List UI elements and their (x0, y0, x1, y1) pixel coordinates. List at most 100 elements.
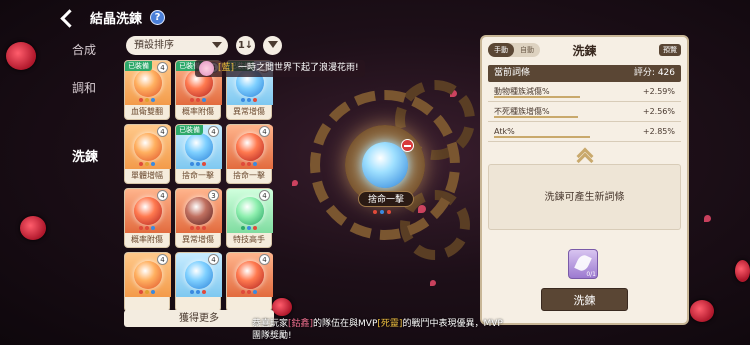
mode-auto[interactable]: 自動 (514, 43, 540, 57)
crystal-card[interactable]: 4 概率附傷 (124, 188, 171, 248)
back-icon[interactable] (60, 9, 82, 27)
current-affix-header: 當前詞條 評分: 426 (488, 65, 681, 82)
rose-decoration (690, 300, 714, 322)
crystal-card[interactable]: 4 特技高手 (226, 188, 273, 248)
crystal-dots (139, 226, 155, 230)
feather-icon (574, 253, 592, 273)
crystal-dots (190, 226, 206, 230)
dot (202, 290, 206, 294)
new-affix-box: 洗鍊可產生新詞條 (488, 164, 681, 230)
dot (253, 226, 257, 230)
header: 結晶洗鍊 ? (60, 8, 166, 27)
dot (253, 98, 257, 102)
notice-suffix: 的戰鬥中表現優異，MVP (402, 319, 503, 329)
nav-item-refine[interactable]: 洗鍊 (72, 148, 112, 184)
sort-value: 預設排序 (134, 40, 174, 51)
dot (202, 98, 206, 102)
crystal-icon (134, 133, 162, 161)
affix-value: +2.59% (642, 87, 675, 96)
crystal-dots (190, 290, 206, 294)
dot (247, 162, 251, 166)
sort-order-button[interactable]: 1↓ (236, 36, 255, 55)
dot (241, 162, 245, 166)
level-badge: 4 (157, 254, 168, 265)
affix-bar (494, 96, 580, 98)
notice-prefix: 恭喜玩家 (252, 319, 289, 329)
nav-item-synthesis[interactable]: 合成 (72, 40, 112, 76)
level-badge: 4 (208, 126, 219, 137)
crystal-card[interactable]: 4 捨命一擊 (226, 124, 273, 184)
crystal-card[interactable]: 已裝備 4 血衛雙翻 (124, 60, 171, 120)
affix-list: 動物種族減傷% +2.59% 不死種族增傷% +2.56% Atk% +2.85% (482, 82, 687, 142)
equipped-badge: 已裝備 (125, 61, 152, 71)
crystal-name: 概率附傷 (131, 235, 163, 244)
nav-item-blend[interactable]: 調和 (72, 78, 112, 114)
crystal-name: 捨命一擊 (233, 171, 265, 180)
level-badge: 4 (157, 190, 168, 201)
crystal-dots (190, 98, 206, 102)
affix-row: 不死種族增傷% +2.56% (488, 102, 681, 122)
affix-row: 動物種族減傷% +2.59% (488, 82, 681, 102)
crystal-card[interactable]: 4 (175, 252, 222, 312)
crystal-dots (241, 162, 257, 166)
page-title: 結晶洗鍊 (90, 12, 143, 27)
filter-button[interactable] (263, 36, 282, 55)
crystal-dots (241, 290, 257, 294)
crystal-icon (134, 261, 162, 289)
dot (190, 226, 194, 230)
notice-boss: [死靈] (377, 319, 403, 329)
crystal-card[interactable]: 3 異常增傷 (175, 188, 222, 248)
dot (247, 290, 251, 294)
crystal-icon (134, 197, 162, 225)
affix-name: 動物種族減傷% (494, 87, 550, 96)
dot (190, 290, 194, 294)
mode-manual[interactable]: 手動 (488, 43, 514, 57)
crystal-dots (139, 162, 155, 166)
chevron-down-icon (212, 42, 222, 48)
mode-toggle[interactable]: 手動 自動 (488, 43, 540, 57)
dot (253, 162, 257, 166)
petal-decoration (292, 180, 298, 186)
preview-button[interactable]: 預覽 (659, 44, 681, 56)
crystal-card[interactable]: 已裝備 4 捨命一擊 (175, 124, 222, 184)
crystal-dots (373, 210, 391, 214)
broadcast-user: [藍] (218, 63, 235, 73)
crystal-dots (241, 98, 257, 102)
crystal-dots (139, 98, 155, 102)
affix-value: +2.56% (642, 107, 675, 116)
help-icon[interactable]: ? (150, 10, 166, 25)
dot (202, 162, 206, 166)
dot (151, 226, 155, 230)
world-broadcast: [藍] 一時之間世界下起了浪漫花雨! (195, 60, 365, 77)
system-notice: 恭喜玩家[鈷鑫]的隊伍在與MVP[死靈]的戰鬥中表現優異，MVP 團隊獎勵! (252, 318, 520, 342)
avatar (199, 61, 214, 76)
crystal-name: 異常增傷 (182, 235, 214, 244)
score-label: 評分: 426 (633, 68, 675, 78)
level-badge: 4 (157, 126, 168, 137)
dot (196, 226, 200, 230)
notice-line2: 團隊獎勵! (252, 331, 292, 341)
dot (139, 162, 143, 166)
level-badge: 4 (259, 126, 270, 137)
crystal-card[interactable]: 4 單體增幅 (124, 124, 171, 184)
sort-dropdown[interactable]: 預設排序 (126, 36, 228, 55)
remove-icon[interactable] (401, 139, 414, 152)
crystal-icon (134, 69, 162, 97)
refine-gear: 捨命一擊 (300, 80, 480, 260)
petal-decoration (704, 215, 711, 222)
crystal-card[interactable]: 4 (124, 252, 171, 312)
crystal-icon (236, 197, 264, 225)
level-badge: 4 (157, 62, 168, 73)
level-badge: 3 (208, 190, 219, 201)
crystal-name: 概率附傷 (182, 107, 214, 116)
rose-decoration (272, 298, 292, 316)
affix-name: 不死種族增傷% (494, 107, 550, 116)
dot (196, 290, 200, 294)
crystal-name: 捨命一擊 (182, 171, 214, 180)
dot (145, 98, 149, 102)
crystal-card[interactable]: 4 (226, 252, 273, 312)
material-slot[interactable]: 0/1 (568, 249, 598, 279)
crystal-grid: 已裝備4血衛雙翻已裝備4概率附傷已裝備4異常增傷4單體增幅已裝備4捨命一擊4捨命… (124, 60, 273, 312)
refine-button[interactable]: 洗鍊 (541, 288, 628, 311)
dot (387, 210, 391, 214)
